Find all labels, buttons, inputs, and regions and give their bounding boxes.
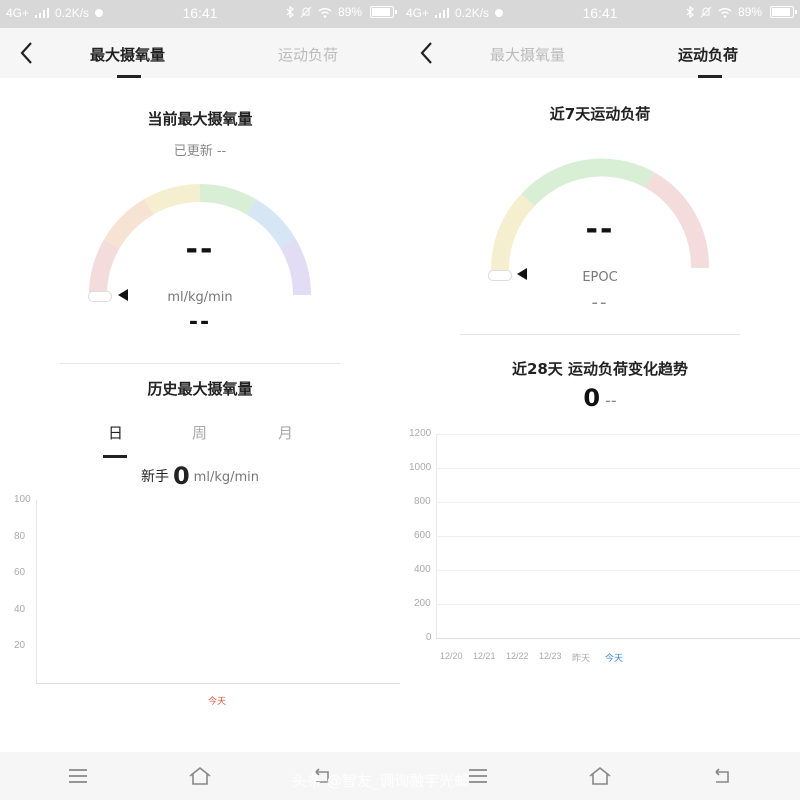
gridline <box>436 604 800 605</box>
section-divider <box>60 363 340 364</box>
trend-suffix: -- <box>605 391 617 410</box>
y-tick-label: 800 <box>414 496 431 507</box>
x-tick-label: 今天 <box>605 653 624 663</box>
training-load-screen: 4G+ 0.2K/s 16:41 89% 最大摄氧量 运动负荷 近7天运动负荷 … <box>400 0 800 800</box>
x-axis-line <box>36 683 400 684</box>
gridline <box>436 536 800 537</box>
level-label: 新手 <box>140 469 169 485</box>
tab-week[interactable]: 周 <box>192 422 207 443</box>
trend-total: 0 -- <box>400 384 800 412</box>
gridline <box>436 638 800 639</box>
vo2max-sub-value: -- <box>188 310 212 335</box>
tab-month[interactable]: 月 <box>278 422 293 443</box>
gridline <box>436 468 800 469</box>
fitness-level: 新手 0 ml/kg/min <box>0 462 400 490</box>
x-tick-label: 今天 <box>208 696 227 706</box>
x-tick-label: 12/23 <box>539 651 562 661</box>
watermark: 头条 @智友_调询融宇光邮 <box>292 772 470 790</box>
y-tick-label: 1200 <box>409 428 432 439</box>
menu-icon[interactable] <box>66 764 90 788</box>
vo2max-screen: 4G+ 0.2K/s 16:41 89% 最大摄氧量 运动负荷 当前最大摄氧量 … <box>0 0 400 800</box>
level-unit: ml/kg/min <box>193 470 260 485</box>
gridline <box>436 502 800 503</box>
load-unit: EPOC <box>582 270 618 285</box>
load-value: -- <box>585 212 615 247</box>
y-tick-label: 100 <box>14 494 31 505</box>
history-title: 历史最大摄氧量 <box>147 380 253 398</box>
vo2max-value: -- <box>185 232 215 267</box>
trend-title: 近28天 运动负荷变化趋势 <box>511 360 689 378</box>
y-tick-label: 600 <box>414 530 431 541</box>
y-tick-label: 0 <box>426 632 432 643</box>
x-tick-label: 12/22 <box>506 651 529 661</box>
section-divider <box>460 334 740 335</box>
y-tick-label: 1000 <box>409 462 432 473</box>
y-tick-label: 60 <box>14 567 26 579</box>
x-tick-label: 12/21 <box>473 651 496 661</box>
y-axis-line <box>36 500 37 683</box>
y-tick-label: 80 <box>14 530 26 542</box>
tab-day[interactable]: 日 <box>108 422 123 443</box>
home-icon[interactable] <box>188 764 212 788</box>
menu-icon[interactable] <box>466 764 490 788</box>
back-icon[interactable] <box>710 764 734 788</box>
vo2max-unit: ml/kg/min <box>167 290 233 305</box>
y-tick-label: 20 <box>14 640 26 652</box>
y-tick-label: 400 <box>414 564 431 575</box>
period-tab-indicator <box>103 455 127 458</box>
y-tick-label: 200 <box>414 598 431 609</box>
gridline <box>436 434 800 435</box>
y-tick-label: 40 <box>14 603 26 615</box>
load-sub-value: -- <box>591 292 609 313</box>
x-tick-label: 12/20 <box>440 651 463 661</box>
x-tick-label: 昨天 <box>572 653 591 663</box>
home-icon[interactable] <box>588 764 612 788</box>
y-axis-line <box>436 434 437 638</box>
vo2max-gauge <box>89 184 311 296</box>
gridline <box>436 570 800 571</box>
level-value: 0 <box>172 462 190 490</box>
trend-value: 0 <box>583 384 601 412</box>
